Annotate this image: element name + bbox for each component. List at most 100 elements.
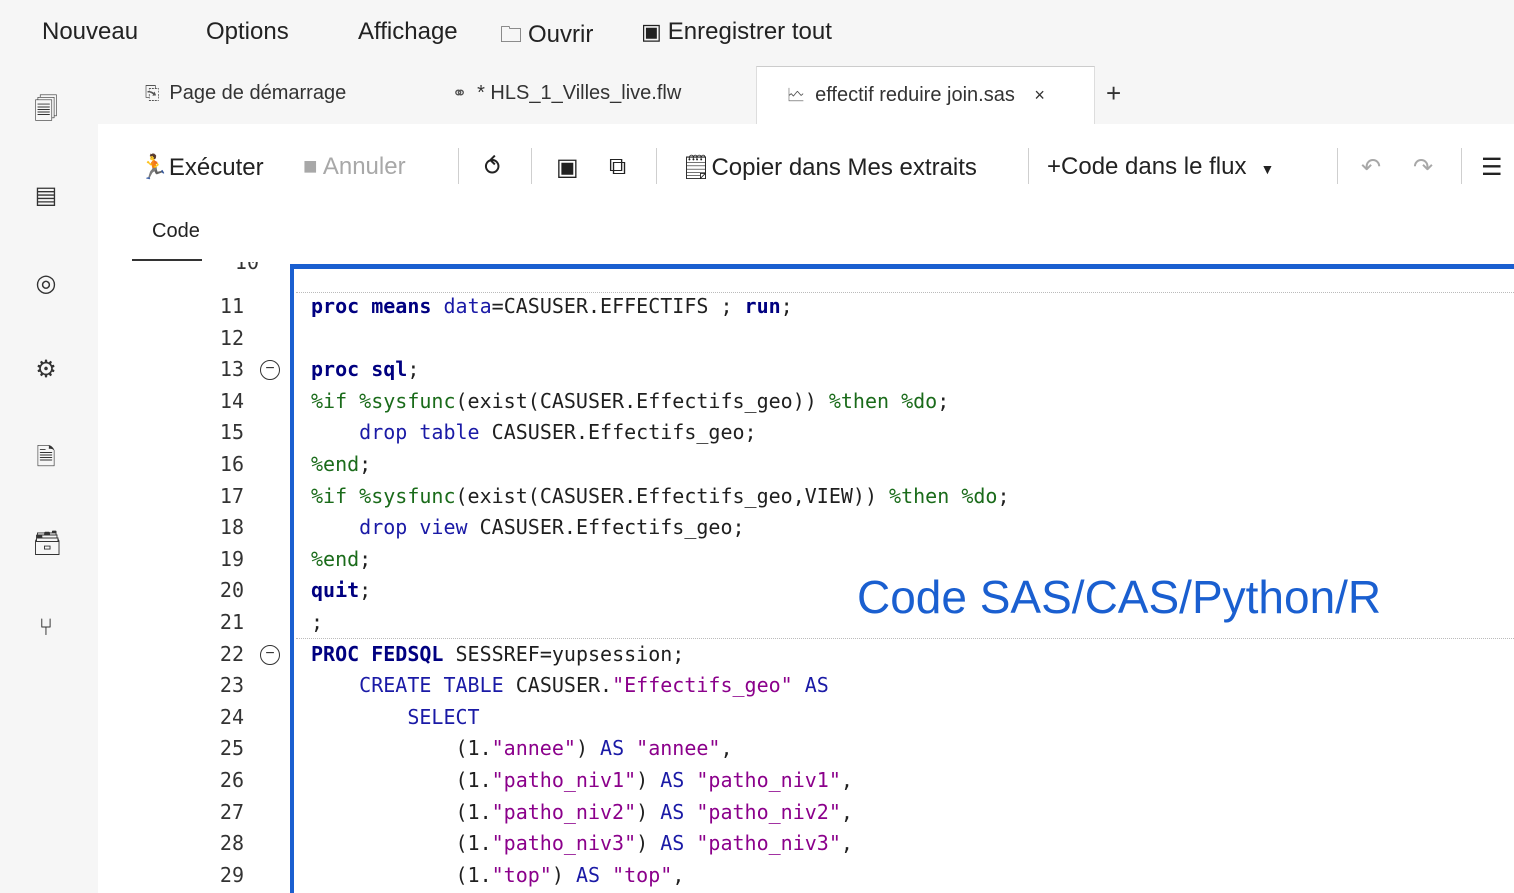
plus-icon: + (1047, 153, 1062, 180)
line-number: 10 (234, 262, 259, 274)
code-line[interactable]: proc means data=CASUSER.EFFECTIFS ; run; (311, 294, 793, 318)
line-number: 20 (219, 578, 244, 603)
tab-sas-program-label: effectif reduire join.sas (815, 84, 1015, 106)
cancel-button[interactable]: ■ Annuler (303, 153, 406, 181)
overlay-caption: Code SAS/CAS/Python/R (857, 571, 1382, 623)
line-number: 28 (219, 831, 244, 856)
code-line[interactable]: quit; (311, 578, 371, 602)
sas-program-icon: 🗠 (787, 85, 806, 105)
run-label: Exécuter (168, 154, 264, 181)
line-number: 23 (219, 673, 244, 698)
line-number: 15 (219, 420, 244, 445)
code-line[interactable]: ; (311, 610, 323, 634)
menu-view[interactable]: Affichage (358, 18, 458, 46)
chevron-down-icon: ▼ (1260, 161, 1275, 177)
open-item-icon[interactable]: 🗐 (32, 96, 60, 124)
toolbar-separator (656, 148, 657, 184)
code-line[interactable]: PROC FEDSQL SESSREF=yupsession; (311, 642, 684, 666)
code-subtab-indicator (132, 259, 202, 261)
line-number: 24 (219, 704, 244, 729)
redo-icon[interactable]: ↷ (1413, 153, 1433, 182)
line-number: 27 (219, 799, 244, 824)
line-number: 17 (219, 483, 244, 508)
code-line[interactable]: %if %sysfunc(exist(CASUSER.Effectifs_geo… (311, 484, 1009, 508)
copy-snippets-label: Copier dans Mes extraits (711, 154, 977, 181)
fold-toggle-icon[interactable]: − (260, 644, 280, 665)
git-branch-icon[interactable]: ⑂ (32, 614, 60, 642)
format-code-icon[interactable]: ☰ (1481, 153, 1503, 182)
tab-start-page-label: Page de démarrage (169, 82, 347, 104)
code-line[interactable]: (1."annee") AS "annee", (311, 736, 732, 760)
line-number: 19 (219, 546, 244, 571)
line-number: 16 (219, 452, 244, 476)
code-line[interactable]: %end; (311, 547, 371, 571)
save-all-icon: ▣ (641, 19, 662, 44)
stop-icon: ■ (303, 153, 323, 180)
document-icon[interactable]: ▤ (32, 182, 60, 210)
menu-options[interactable]: Options (206, 18, 289, 46)
upload-icon[interactable]: ⥀ (484, 153, 500, 182)
line-number: 14 (219, 388, 244, 413)
settings-gear-icon[interactable]: ⚙ (32, 356, 60, 384)
toolbar-separator (1028, 148, 1029, 184)
toolbar-separator (531, 148, 532, 184)
current-line-marker (296, 638, 1514, 639)
line-number: 26 (219, 768, 244, 792)
menu-new[interactable]: Nouveau (42, 18, 138, 46)
undo-icon[interactable]: ↶ (1361, 153, 1381, 182)
tab-sas-program[interactable]: 🗠 effectif reduire join.sas × (756, 66, 1095, 125)
toolbar-separator (458, 148, 459, 184)
new-tab-plus-icon[interactable]: + (1106, 78, 1121, 109)
code-line[interactable]: drop table CASUSER.Effectifs_geo; (311, 420, 756, 444)
code-line[interactable]: proc sql; (311, 357, 419, 381)
left-sidebar: 🗐 ▤ ◎ ⚙ 🗎 🗃 ⑂ (0, 66, 98, 893)
code-line[interactable]: (1."patho_niv2") AS "patho_niv2", (311, 800, 852, 824)
code-in-flow-button[interactable]: +Code dans le flux ▼ (1047, 153, 1274, 181)
menu-open[interactable]: 🗀 Ouvrir (500, 18, 593, 56)
toolbar-separator (1461, 148, 1462, 184)
menu-open-label: Ouvrir (528, 21, 594, 48)
menu-bar: Nouveau Options Affichage 🗀 Ouvrir ▣ Enreg… (0, 0, 1514, 66)
toolbar-separator (1337, 148, 1338, 184)
code-line[interactable]: %end; (311, 452, 371, 476)
current-line-marker (296, 292, 1514, 293)
snippet-icon: 🗒 (681, 154, 712, 181)
run-icon: 🏃 (139, 154, 169, 181)
code-line[interactable]: (1."patho_niv3") AS "patho_niv3", (311, 831, 852, 855)
line-number: 13 (219, 357, 244, 382)
code-in-flow-label: Code dans le flux (1061, 153, 1247, 180)
flow-icon: ⚭ (452, 83, 468, 103)
run-button[interactable]: 🏃Exécuter (139, 153, 264, 182)
menu-save-all[interactable]: ▣ Enregistrer tout (641, 18, 832, 46)
save-icon[interactable]: ▣ (556, 153, 579, 182)
start-page-icon: ⎘ (145, 83, 160, 103)
tab-start-page[interactable]: ⎘ Page de démarrage (145, 82, 346, 105)
line-number: 18 (219, 515, 244, 540)
code-line[interactable]: CREATE TABLE CASUSER."Effectifs_geo" AS (311, 673, 829, 697)
line-number: 21 (219, 610, 244, 634)
close-tab-icon[interactable]: × (1034, 85, 1045, 105)
line-number: 22 (219, 641, 244, 666)
line-number: 25 (219, 736, 244, 761)
tab-sas-program-inner: 🗠 effectif reduire join.sas × (787, 83, 1045, 113)
snippets-icon[interactable]: 🗎 (32, 444, 60, 472)
copy-snippets-button[interactable]: 🗒Copier dans Mes extraits (681, 153, 977, 182)
tab-flow-label: * HLS_1_Villes_live.flw (477, 82, 682, 104)
code-line[interactable]: (1."top") AS "top", (311, 863, 684, 887)
code-line[interactable]: drop view CASUSER.Effectifs_geo; (311, 515, 744, 539)
libraries-icon[interactable]: 🗃 (32, 530, 62, 558)
code-line[interactable]: SELECT (311, 705, 479, 729)
line-number: 11 (219, 294, 244, 318)
code-line[interactable]: %if %sysfunc(exist(CASUSER.Effectifs_geo… (311, 389, 949, 413)
tab-flow[interactable]: ⚭ * HLS_1_Villes_live.flw (452, 82, 681, 105)
code-line[interactable]: (1."patho_niv1") AS "patho_niv1", (311, 768, 852, 792)
explorer-icon[interactable]: ◎ (32, 270, 60, 298)
line-number: 29 (219, 862, 244, 887)
code-subtab[interactable]: Code (152, 220, 200, 243)
menu-save-all-label: Enregistrer tout (667, 18, 832, 45)
line-number: 12 (219, 325, 244, 350)
cancel-label: Annuler (322, 153, 406, 180)
editor-toolbar: 🏃Exécuter ■ Annuler ⥀ ▣ ⧉ 🗒Copier dans M… (115, 124, 1514, 204)
save-as-icon[interactable]: ⧉ (609, 153, 626, 181)
folder-icon: 🗀 (500, 22, 523, 47)
